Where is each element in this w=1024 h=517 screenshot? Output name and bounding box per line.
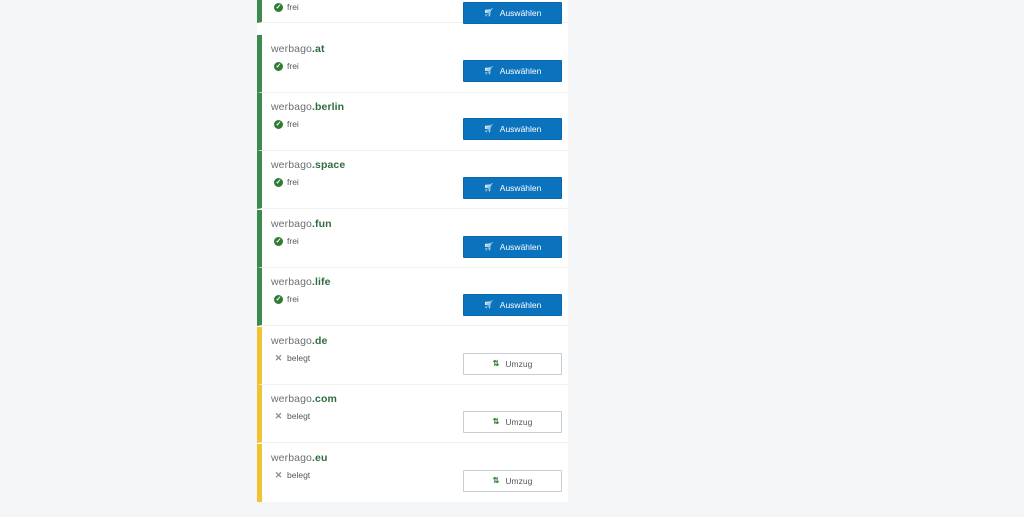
status-free: ✓ frei bbox=[274, 177, 299, 187]
transfer-button[interactable]: ⇅ Umzug bbox=[463, 411, 562, 433]
domain-name: werbago.com bbox=[271, 393, 337, 405]
select-button[interactable]: 🛒︎ Auswählen bbox=[463, 236, 562, 258]
transfer-arrows-icon: ⇅ bbox=[492, 417, 500, 426]
check-circle-icon: ✓ bbox=[274, 177, 283, 187]
domain-row: werbago.at ✓ frei 🛒︎ Auswählen bbox=[257, 35, 568, 93]
domain-name: werbago.fun bbox=[271, 218, 332, 230]
cross-icon: ✕ bbox=[274, 352, 283, 363]
domain-row: werbago.life ✓ frei 🛒︎ Auswählen bbox=[257, 268, 568, 326]
select-button[interactable]: 🛒︎ Auswählen bbox=[463, 177, 562, 199]
domain-row: werbago.fun ✓ frei 🛒︎ Auswählen bbox=[257, 210, 568, 268]
domain-name: werbago.life bbox=[271, 276, 331, 288]
status-free: ✓ frei bbox=[274, 294, 299, 304]
check-circle-icon: ✓ bbox=[274, 61, 283, 71]
cart-icon: 🛒︎ bbox=[483, 300, 494, 309]
transfer-arrows-icon: ⇅ bbox=[492, 359, 500, 368]
select-button[interactable]: 🛒︎ Auswählen bbox=[463, 2, 562, 24]
check-circle-icon: ✓ bbox=[274, 119, 283, 129]
status-taken: ✕ belegt bbox=[274, 410, 311, 421]
cart-icon: 🛒︎ bbox=[483, 8, 494, 17]
domain-row: ✓ frei 🛒︎ Auswählen bbox=[257, 0, 568, 24]
select-button[interactable]: 🛒︎ Auswählen bbox=[463, 60, 562, 82]
status-taken: ✕ belegt bbox=[274, 469, 311, 480]
transfer-button[interactable]: ⇅ Umzug bbox=[463, 470, 562, 492]
check-circle-icon: ✓ bbox=[274, 236, 283, 246]
domain-row: werbago.berlin ✓ frei 🛒︎ Auswählen bbox=[257, 93, 568, 151]
select-button[interactable]: 🛒︎ Auswählen bbox=[463, 294, 562, 316]
domain-name: werbago.space bbox=[271, 159, 346, 171]
cart-icon: 🛒︎ bbox=[483, 124, 494, 133]
domain-name: werbago.de bbox=[271, 335, 328, 347]
cart-icon: 🛒︎ bbox=[483, 66, 494, 75]
check-circle-icon: ✓ bbox=[274, 2, 283, 12]
select-button[interactable]: 🛒︎ Auswählen bbox=[463, 118, 562, 140]
status-taken: ✕ belegt bbox=[274, 352, 311, 363]
status-free: ✓ frei bbox=[274, 61, 299, 71]
status-free: ✓ frei bbox=[274, 119, 299, 129]
domain-row: werbago.space ✓ frei 🛒︎ Auswählen bbox=[257, 151, 568, 209]
cross-icon: ✕ bbox=[274, 410, 283, 421]
cross-icon: ✕ bbox=[274, 469, 283, 480]
cart-icon: 🛒︎ bbox=[483, 183, 494, 192]
status-free: ✓ frei bbox=[274, 2, 299, 12]
transfer-arrows-icon: ⇅ bbox=[492, 476, 500, 485]
domain-row: werbago.com ✕ belegt ⇅ Umzug bbox=[257, 385, 568, 443]
check-circle-icon: ✓ bbox=[274, 294, 283, 304]
cart-icon: 🛒︎ bbox=[483, 242, 494, 251]
domain-name: werbago.eu bbox=[271, 452, 328, 464]
transfer-button[interactable]: ⇅ Umzug bbox=[463, 353, 562, 375]
domain-row: werbago.de ✕ belegt ⇅ Umzug bbox=[257, 327, 568, 385]
domain-name: werbago.at bbox=[271, 43, 325, 55]
domain-row: werbago.eu ✕ belegt ⇅ Umzug bbox=[257, 444, 568, 502]
domain-results-panel: ✓ frei 🛒︎ Auswählen werbago.at ✓ frei 🛒︎… bbox=[257, 0, 568, 502]
status-free: ✓ frei bbox=[274, 236, 299, 246]
domain-name: werbago.berlin bbox=[271, 101, 345, 113]
